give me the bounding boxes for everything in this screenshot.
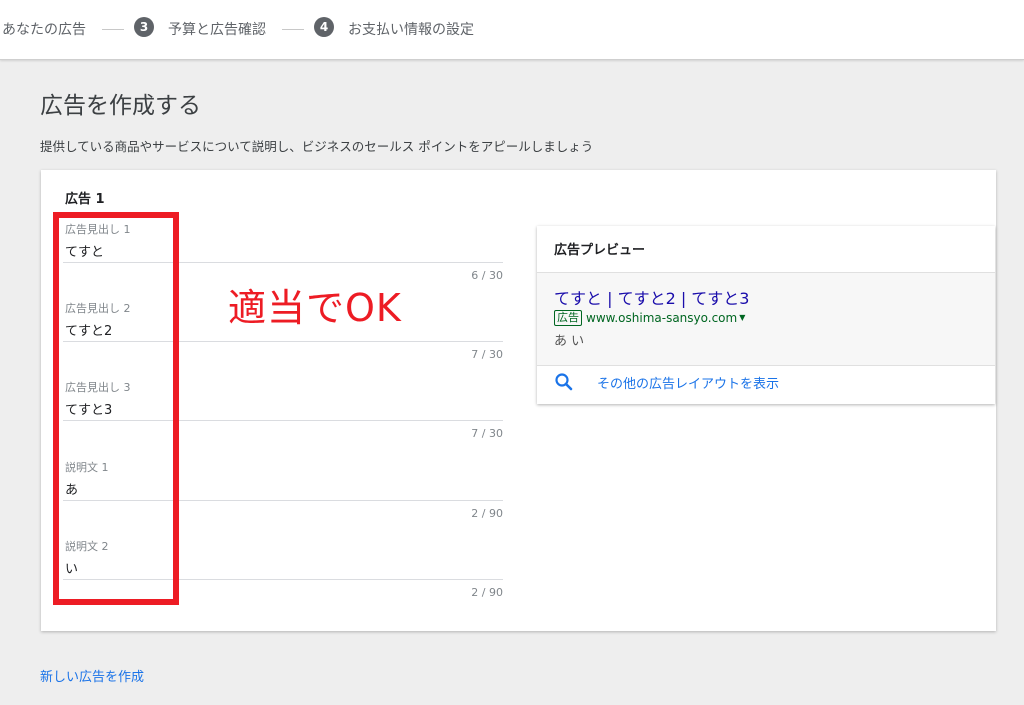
char-count: 6 / 30 (471, 269, 503, 282)
step-4-number: 4 (314, 17, 334, 37)
step-payment-info[interactable]: お支払い情報の設定 (348, 19, 474, 39)
step-budget-review[interactable]: 予算と広告確認 (168, 19, 266, 39)
page-title: 広告を作成する (40, 93, 201, 119)
step-connector (102, 29, 124, 30)
preview-description: あ い (554, 334, 585, 349)
page-description: 提供している商品やサービスについて説明し、ビジネスのセールス ポイントをアピール… (40, 139, 594, 154)
step-connector (282, 29, 304, 30)
char-count: 7 / 30 (471, 427, 503, 440)
ad-preview-body: てすと | てすと2 | てすと3 広告 www.oshima-sansyo.co… (537, 272, 995, 366)
more-layouts-label: その他の広告レイアウトを表示 (597, 377, 780, 392)
ad-card-title: 広告 1 (65, 192, 105, 207)
char-count: 2 / 90 (471, 507, 503, 520)
preview-url: www.oshima-sansyo.com (586, 311, 738, 325)
preview-url-row: 広告 www.oshima-sansyo.com ▼ (554, 310, 745, 326)
caret-down-icon: ▼ (739, 313, 746, 322)
ad-card: 広告 1 広告見出し 1 てすと 6 / 30 広告見出し 2 てすと2 7 /… (41, 170, 996, 631)
stepper-bar: あなたの広告 3 予算と広告確認 4 お支払い情報の設定 (0, 0, 1024, 60)
preview-headline: てすと | てすと2 | てすと3 (554, 289, 750, 308)
ad-badge: 広告 (554, 310, 582, 326)
create-new-ad-link[interactable]: 新しい広告を作成 (40, 666, 144, 685)
step-3-number: 3 (134, 17, 154, 37)
ad-preview-title: 広告プレビュー (554, 243, 646, 258)
step-your-ad[interactable]: あなたの広告 (2, 19, 86, 39)
search-icon (554, 372, 574, 392)
annotation-text: 適当でOK (228, 286, 402, 330)
char-count: 7 / 30 (471, 348, 503, 361)
char-count: 2 / 90 (471, 586, 503, 599)
annotation-highlight-box (53, 212, 179, 605)
ad-preview-panel: 広告プレビュー てすと | てすと2 | てすと3 広告 www.oshima-s… (537, 226, 995, 404)
